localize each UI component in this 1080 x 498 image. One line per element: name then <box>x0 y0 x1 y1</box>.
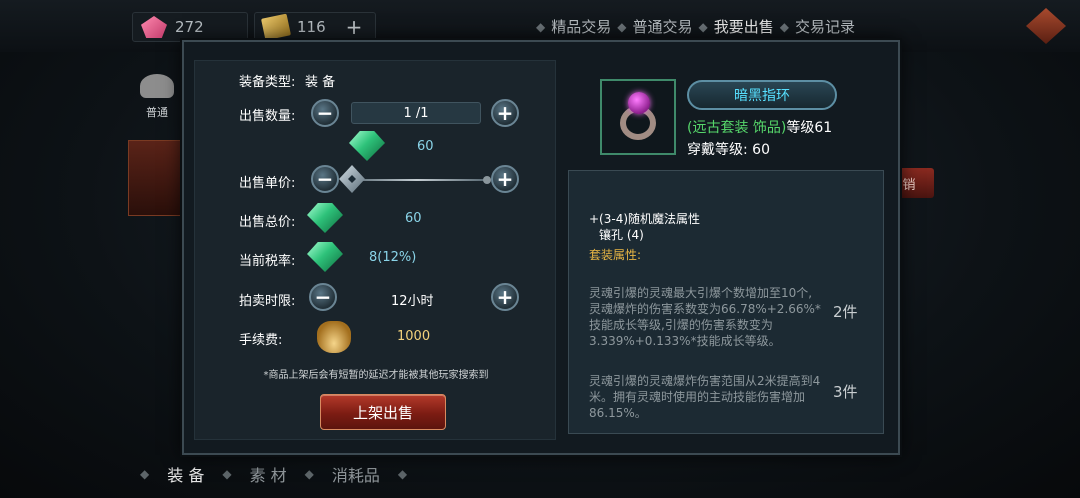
time-row: 拍卖时限: <box>239 290 305 309</box>
price-slider-track[interactable] <box>349 179 485 181</box>
tab-trade-history[interactable]: 交易记录 <box>795 16 855 37</box>
unit-gem-value: 60 <box>417 139 434 154</box>
gem-currency: 272 <box>132 12 248 42</box>
item-description-panel[interactable]: +(3-4)随机魔法属性 镶孔 (4) 套装属性: 灵魂引爆的灵魂最大引爆个数增… <box>568 170 884 434</box>
set-bonus-3-count: 3件 <box>833 383 858 401</box>
fee-value: 1000 <box>397 329 431 344</box>
category-label: 普通 <box>146 106 168 119</box>
inventory-item-slot[interactable] <box>128 140 184 216</box>
fee-label: 手续费: <box>239 333 283 348</box>
total-label: 出售总价: <box>239 215 296 230</box>
gem-amount: 272 <box>175 18 204 36</box>
listing-note: *商品上架后会有短暂的延迟才能被其他玩家搜索到 <box>263 370 489 381</box>
diamond-separator-icon: ◆ <box>222 467 232 481</box>
time-value: 12小时 <box>391 294 434 309</box>
diamond-separator-icon: ◆ <box>536 19 546 34</box>
diamond-separator-icon: ◆ <box>698 19 708 34</box>
quantity-plus-button[interactable]: + <box>491 99 519 127</box>
time-minus-button[interactable]: − <box>309 283 337 311</box>
equip-type-row: 装备类型: 装 备 <box>239 71 335 90</box>
item-slot[interactable] <box>600 79 676 155</box>
sell-dialog: 装备类型: 装 备 出售数量: − 1 /1 + 60 出售单价: − + 出售… <box>182 40 900 455</box>
tab-materials[interactable]: 素 材 <box>250 462 287 486</box>
set-bonus-3-text: 灵魂引爆的灵魂爆炸伤害范围从2米提高到4米。拥有灵魂时使用的主动技能伤害增加86… <box>589 374 821 420</box>
tax-row: 当前税率: <box>239 250 305 269</box>
tab-sell[interactable]: 我要出售 <box>714 16 774 37</box>
quantity-row: 出售数量: <box>239 105 305 124</box>
time-plus-button[interactable]: + <box>491 283 519 311</box>
quantity-minus-button[interactable]: − <box>311 99 339 127</box>
hat-icon <box>140 74 174 98</box>
gold-coins-icon <box>317 321 351 353</box>
item-name-plate: 暗黑指环 <box>687 80 837 110</box>
diamond-separator-icon: ◆ <box>397 467 408 481</box>
diamond-separator-icon: ◆ <box>304 467 314 481</box>
ticket-icon <box>260 13 292 41</box>
add-ticket-button[interactable]: + <box>346 15 363 39</box>
item-set-tag: (远古套装 饰品) <box>687 120 787 136</box>
tab-consumables[interactable]: 消耗品 <box>332 462 380 486</box>
item-level: 等级61 <box>786 120 833 136</box>
price-slider-handle[interactable] <box>339 165 365 193</box>
slider-end-dot <box>483 176 491 184</box>
unit-price-label: 出售单价: <box>239 176 296 191</box>
tab-normal-trade[interactable]: 普通交易 <box>632 16 692 37</box>
equip-type-value: 装 备 <box>305 75 336 90</box>
item-attr-line: +(3-4)随机魔法属性 <box>589 212 701 226</box>
category-normal[interactable]: 普通 <box>134 74 180 126</box>
quantity-field[interactable]: 1 /1 <box>351 102 481 124</box>
fee-row: 手续费: <box>239 329 305 348</box>
item-wear-level: 穿戴等级: 60 <box>687 142 770 158</box>
set-attr-title: 套装属性: <box>589 248 642 262</box>
ticket-currency: 116 + <box>254 12 376 42</box>
time-label: 拍卖时限: <box>239 294 296 309</box>
set-bonus-2-count: 2件 <box>833 303 858 321</box>
equip-type-label: 装备类型: <box>239 75 296 90</box>
set-bonus-2-text: 灵魂引爆的灵魂最大引爆个数增加至10个,灵魂爆炸的伤害系数变为66.78%+2.… <box>589 286 821 348</box>
unit-price-row: 出售单价: <box>239 172 305 191</box>
gem-icon <box>141 16 167 38</box>
sell-form-panel: 装备类型: 装 备 出售数量: − 1 /1 + 60 出售单价: − + 出售… <box>194 60 556 440</box>
close-menu-icon[interactable] <box>1026 8 1066 44</box>
trade-tabs: ◆ 精品交易 ◆ 普通交易 ◆ 我要出售 ◆ 交易记录 <box>536 16 855 37</box>
tab-premium-trade[interactable]: 精品交易 <box>551 16 611 37</box>
total-row: 出售总价: <box>239 211 305 230</box>
price-minus-button[interactable]: − <box>311 165 339 193</box>
tax-value: 8(12%) <box>369 250 417 265</box>
item-socket-line: 镶孔 (4) <box>599 228 644 242</box>
price-plus-button[interactable]: + <box>491 165 519 193</box>
ring-icon <box>614 92 662 142</box>
diamond-separator-icon: ◆ <box>617 19 627 34</box>
diamond-separator-icon: ◆ <box>779 19 789 34</box>
tax-label: 当前税率: <box>239 254 296 269</box>
item-meta: (远古套装 饰品)等级61 穿戴等级: 60 <box>687 117 832 161</box>
ticket-amount: 116 <box>297 18 326 36</box>
inventory-tabs: ◆ 装 备 ◆ 素 材 ◆ 消耗品 ◆ <box>140 462 407 486</box>
total-value: 60 <box>405 211 422 226</box>
quantity-label: 出售数量: <box>239 109 296 124</box>
list-for-sale-button[interactable]: 上架出售 <box>320 394 446 430</box>
emerald-icon <box>307 203 343 233</box>
emerald-icon <box>307 242 343 272</box>
tab-equipment[interactable]: 装 备 <box>167 462 204 486</box>
emerald-icon <box>349 131 385 161</box>
diamond-separator-icon: ◆ <box>140 467 150 481</box>
